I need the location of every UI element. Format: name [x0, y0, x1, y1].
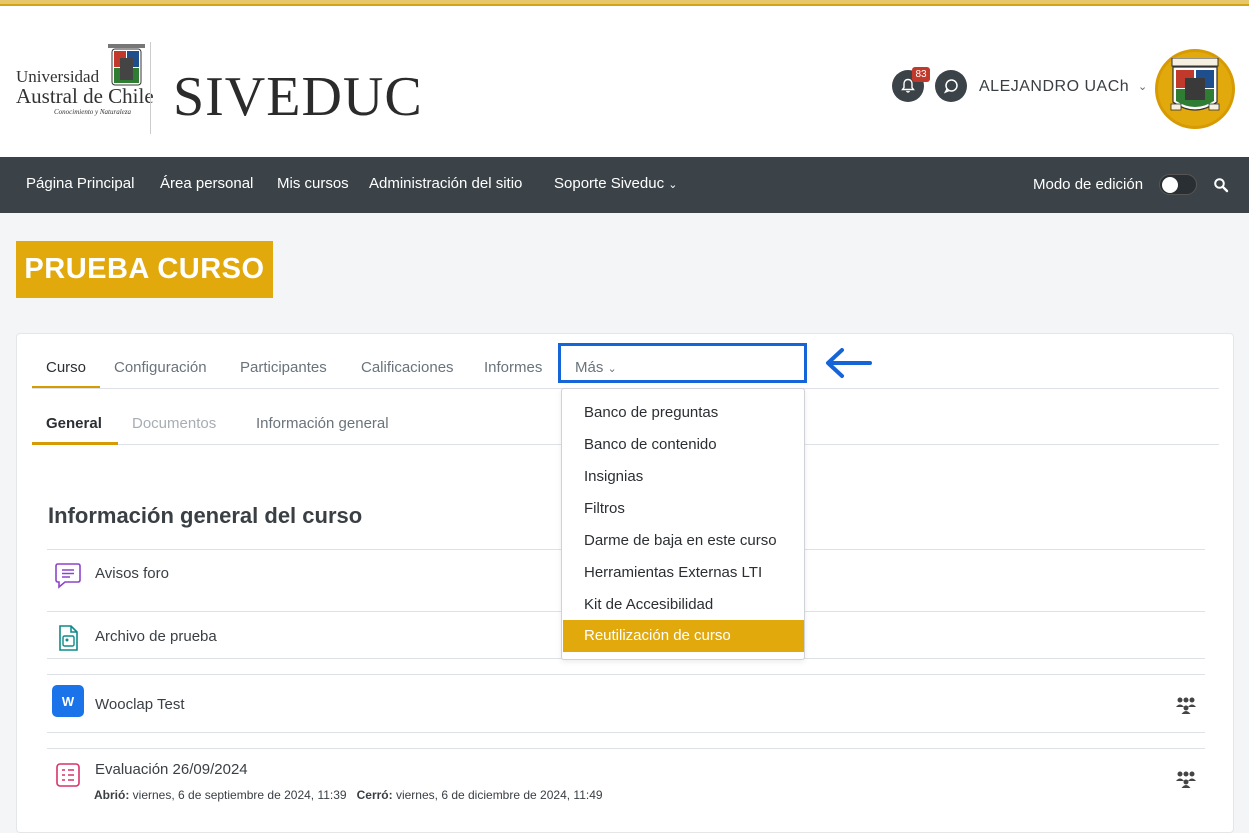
arrow-left-icon: [826, 348, 872, 378]
group-mode-icon[interactable]: [1175, 696, 1197, 714]
tab-grades[interactable]: Calificaciones: [361, 359, 454, 376]
group-mode-icon[interactable]: [1175, 770, 1197, 788]
closed-label: Cerró:: [356, 788, 393, 802]
edit-mode-label: Modo de edición: [1033, 176, 1144, 193]
avatar[interactable]: [1155, 49, 1235, 129]
active-section-tab-indicator: [32, 442, 118, 445]
toggle-knob: [1162, 177, 1178, 193]
activity-item[interactable]: W Wooclap Test: [47, 674, 1205, 748]
notification-count-badge: 83: [912, 67, 930, 82]
menu-item-accessibility-kit[interactable]: Kit de Accesibilidad: [563, 589, 804, 621]
tab-reports[interactable]: Informes: [484, 359, 542, 376]
closed-value: viernes, 6 de diciembre de 2024, 11:49: [395, 788, 603, 802]
svg-text:W: W: [62, 694, 75, 709]
activity-item[interactable]: Evaluación 26/09/2024 Abrió: viernes, 6 …: [47, 748, 1205, 812]
university-tagline: Conocimiento y Naturaleza: [54, 108, 131, 116]
menu-item-content-bank[interactable]: Banco de contenido: [563, 429, 804, 461]
nav-item-support-label: Soporte Siveduc: [554, 175, 665, 192]
course-title: PRUEBA CURSO: [16, 241, 273, 298]
wooclap-icon: W: [52, 685, 84, 717]
tab-documents[interactable]: Documentos: [132, 415, 216, 432]
activity-name[interactable]: Avisos foro: [95, 565, 169, 582]
tab-course[interactable]: Curso: [46, 359, 86, 376]
quiz-icon: [56, 763, 80, 787]
nav-item-support[interactable]: Soporte Siveduc ⌄: [554, 175, 677, 192]
primary-navigation: Página Principal Área personal Mis curso…: [0, 157, 1249, 213]
chevron-down-icon[interactable]: ⌄: [1138, 80, 1147, 93]
site-header: Universidad Austral de Chile Conocimient…: [0, 6, 1249, 157]
edit-mode-toggle[interactable]: [1159, 174, 1197, 195]
more-dropdown-menu: Banco de preguntas Banco de contenido In…: [561, 388, 805, 660]
university-shield-icon: [1170, 58, 1220, 111]
university-logo[interactable]: Universidad Austral de Chile Conocimient…: [16, 44, 154, 134]
search-icon[interactable]: [1213, 177, 1229, 193]
opened-value: viernes, 6 de septiembre de 2024, 11:39: [132, 788, 347, 802]
menu-item-filters[interactable]: Filtros: [563, 493, 804, 525]
menu-item-lti-tools[interactable]: Herramientas Externas LTI: [563, 557, 804, 589]
nav-item-my-courses[interactable]: Mis cursos: [277, 175, 349, 192]
university-shield-icon: [108, 44, 145, 86]
file-icon: [59, 625, 78, 651]
tab-settings[interactable]: Configuración: [114, 359, 207, 376]
forum-icon: [55, 563, 81, 589]
tab-general[interactable]: General: [46, 415, 102, 432]
messages-button[interactable]: [935, 70, 967, 102]
tab-participants[interactable]: Participantes: [240, 359, 327, 376]
section-title: Información general del curso: [48, 503, 363, 528]
menu-item-question-bank[interactable]: Banco de preguntas: [563, 397, 804, 429]
chat-icon: [943, 79, 958, 94]
divider: [47, 732, 1205, 733]
activity-name[interactable]: Archivo de prueba: [95, 628, 217, 645]
nav-item-site-admin[interactable]: Administración del sitio: [369, 175, 522, 192]
active-tab-indicator: [32, 386, 100, 388]
activity-name[interactable]: Wooclap Test: [95, 696, 185, 713]
more-tab-highlight-box: [558, 343, 807, 383]
tab-general-info[interactable]: Información general: [256, 415, 389, 432]
menu-item-badges[interactable]: Insignias: [563, 461, 804, 493]
site-name[interactable]: SIVEDUC: [173, 69, 423, 125]
opened-label: Abrió:: [94, 788, 130, 802]
chevron-down-icon: ⌄: [668, 179, 678, 191]
menu-item-course-reuse[interactable]: Reutilización de curso: [563, 620, 804, 652]
brand-divider: [150, 42, 151, 134]
nav-item-dashboard[interactable]: Área personal: [160, 175, 253, 192]
menu-item-unenrol[interactable]: Darme de baja en este curso: [563, 525, 804, 557]
activity-dates: Abrió: viernes, 6 de septiembre de 2024,…: [94, 788, 603, 802]
activity-name[interactable]: Evaluación 26/09/2024: [95, 761, 248, 778]
nav-item-home[interactable]: Página Principal: [26, 175, 134, 192]
user-menu-name[interactable]: ALEJANDRO UACh: [979, 78, 1129, 96]
